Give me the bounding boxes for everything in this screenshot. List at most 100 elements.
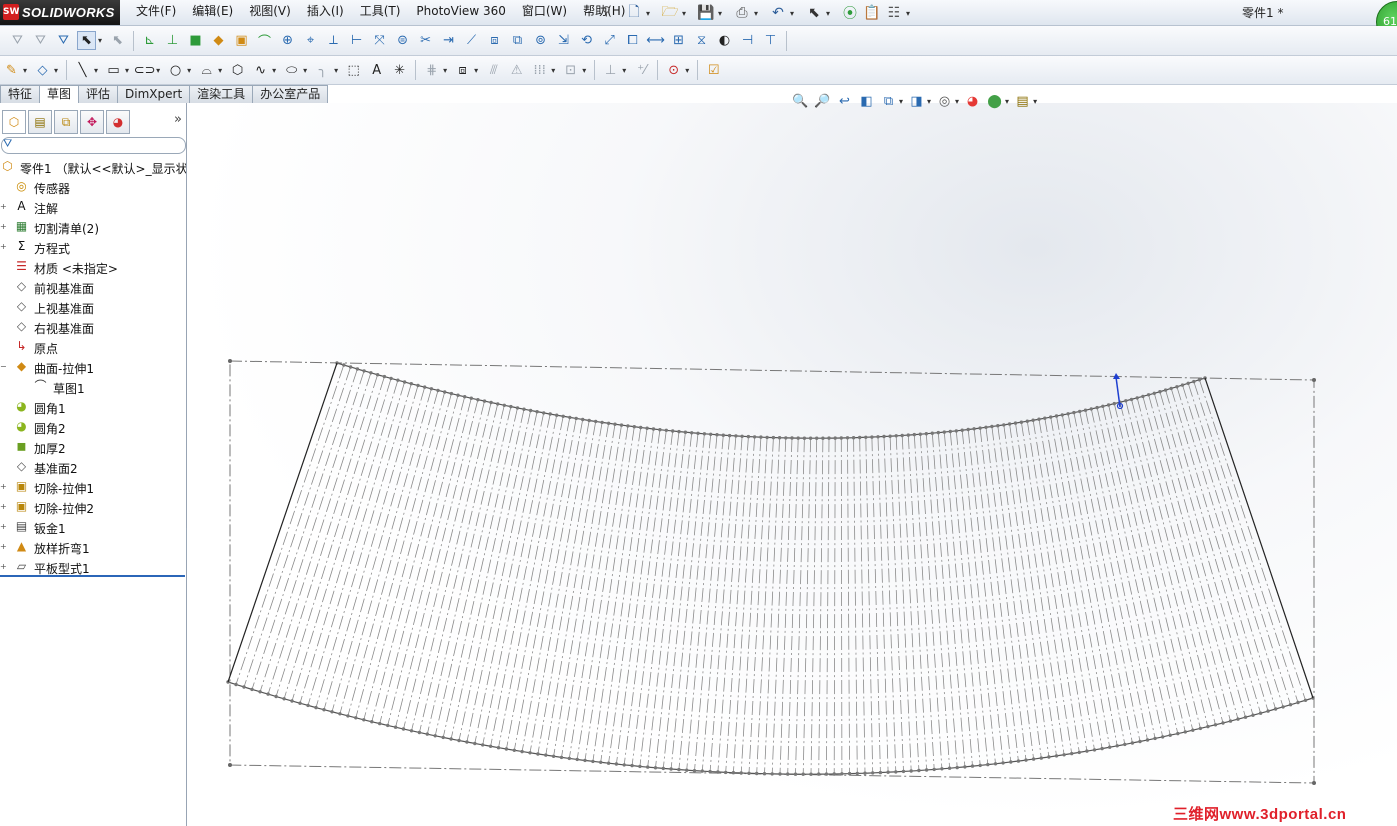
feature-tree-item[interactable]: + Σ 方程式 xyxy=(0,237,186,257)
circle-dropdown-icon[interactable]: ▾ xyxy=(187,66,191,75)
options-dropdown-icon[interactable]: ▾ xyxy=(906,9,914,18)
display-delete-relations-icon[interactable]: ⊥ xyxy=(601,61,620,80)
feature-tree-item[interactable]: ◇ 上视基准面 xyxy=(0,297,186,317)
sketch-dropdown-icon[interactable]: ▾ xyxy=(23,66,27,75)
open-dropdown-icon[interactable]: ▾ xyxy=(682,9,690,18)
offset-entities-icon[interactable]: ⊜ xyxy=(393,31,412,50)
display-manager-tab-icon[interactable]: ◕ xyxy=(106,110,130,134)
expand-icon[interactable]: + xyxy=(0,503,7,511)
select-dropdown-icon[interactable]: ▾ xyxy=(826,9,834,18)
point-tool-icon[interactable]: ✳ xyxy=(390,61,409,80)
save-dropdown-icon[interactable]: ▾ xyxy=(718,9,726,18)
spline-dropdown-icon[interactable]: ▾ xyxy=(272,66,276,75)
new-dropdown-icon[interactable]: ▾ xyxy=(646,9,654,18)
pattern-dropdown-icon[interactable]: ▾ xyxy=(551,66,555,75)
display-relations-icon[interactable]: ◐ xyxy=(715,31,734,50)
add-relation-icon[interactable]: ⊾ xyxy=(140,31,159,50)
open-folder-icon[interactable]: 🗁 xyxy=(660,3,680,23)
expand-icon[interactable]: + xyxy=(0,523,7,531)
menu-item[interactable]: 窗口(W) xyxy=(514,0,575,25)
feature-tree-item[interactable]: + ▤ 钣金1 xyxy=(0,517,186,537)
concentric-icon[interactable]: ⊕ xyxy=(278,31,297,50)
move-entities-icon[interactable]: ⇲ xyxy=(554,31,573,50)
filter-icon[interactable]: ⛛ xyxy=(8,31,27,50)
collapse-icon[interactable]: − xyxy=(0,363,7,371)
top-arc-edge[interactable] xyxy=(336,362,1206,439)
repair-tool-icon[interactable]: ⁺⁄ xyxy=(632,61,651,80)
expand-icon[interactable]: + xyxy=(0,563,7,571)
select-tool-icon[interactable]: ⬉ xyxy=(77,31,96,50)
feature-manager-tab-icon[interactable]: ⬡ xyxy=(2,110,26,134)
stretch-entities-icon[interactable]: ⟷ xyxy=(646,31,665,50)
command-tab[interactable]: 渲染工具 xyxy=(189,85,254,103)
modify-sketch-icon[interactable]: ⧖ xyxy=(692,31,711,50)
scale-entities-icon[interactable]: ⤢ xyxy=(600,31,619,50)
undo-icon[interactable]: ↶ xyxy=(768,3,788,23)
panel-expand-icon[interactable]: » xyxy=(174,112,182,127)
smart-dimension-icon[interactable]: ⟂ xyxy=(324,31,343,50)
feature-tree-item[interactable]: + ▱ 平板型式1 xyxy=(0,557,186,577)
command-tab[interactable]: DimXpert xyxy=(117,85,191,103)
horizontal-dimension-icon[interactable]: ⊢ xyxy=(347,31,366,50)
command-tab[interactable]: 草图 xyxy=(39,85,80,104)
fully-define-icon[interactable]: ⊣ xyxy=(738,31,757,50)
select-arrow-icon[interactable]: ⬉ xyxy=(804,3,824,23)
mirror-icon[interactable]: ⧈ xyxy=(485,31,504,50)
offset-tool-icon[interactable]: ⧈ xyxy=(453,61,472,80)
midpoint-icon[interactable]: ▣ xyxy=(232,31,251,50)
move-dropdown-icon[interactable]: ▾ xyxy=(582,66,586,75)
smart-dim-dropdown-icon[interactable]: ▾ xyxy=(54,66,58,75)
vertical-relation-icon[interactable]: ⊥ xyxy=(163,31,182,50)
plane-tool-icon[interactable]: ⬚ xyxy=(344,61,363,80)
tree-filter-input[interactable]: ⛛ xyxy=(1,137,186,154)
fillet-tool-icon[interactable]: ╮ xyxy=(313,61,332,80)
trim-tool-icon[interactable]: ⫻ xyxy=(484,61,503,80)
fillet-dropdown-icon[interactable]: ▾ xyxy=(334,66,338,75)
linear-pattern-icon[interactable]: ⧉ xyxy=(508,31,527,50)
offset-dropdown-icon[interactable]: ▾ xyxy=(474,66,478,75)
convert-tool-icon[interactable]: ⋕ xyxy=(422,61,441,80)
slot-dropdown-icon[interactable]: ▾ xyxy=(156,66,160,75)
solidworks-logo[interactable]: SW SOLIDWORKS xyxy=(0,0,120,25)
split-entities-icon[interactable]: ⟋ xyxy=(462,31,481,50)
expand-icon[interactable]: + xyxy=(0,483,7,491)
command-tab[interactable]: 办公室产品 xyxy=(252,85,329,103)
menu-item[interactable]: 插入(I) xyxy=(299,0,352,25)
right-side-edge[interactable] xyxy=(1204,377,1314,699)
feature-tree-item[interactable]: ◇ 前视基准面 xyxy=(0,277,186,297)
feature-tree-item[interactable]: ⌒ 草图1 xyxy=(0,377,186,397)
sketch-icon[interactable]: ✎ xyxy=(2,61,21,80)
feature-tree-item[interactable]: + ▲ 放样折弯1 xyxy=(0,537,186,557)
feature-tree-item[interactable]: ◎ 传感器 xyxy=(0,177,186,197)
relations-dropdown-icon[interactable]: ▾ xyxy=(622,66,626,75)
feature-tree-item[interactable]: ⬡ 零件1 （默认<<默认>_显示状态 xyxy=(0,157,186,177)
menu-item[interactable]: 视图(V) xyxy=(241,0,299,25)
tangent-icon[interactable]: ⌒ xyxy=(255,31,274,50)
dimension-icon[interactable]: ⌖ xyxy=(301,31,320,50)
smart-dim-icon[interactable]: ◇ xyxy=(33,61,52,80)
file-properties-icon[interactable]: 📋 xyxy=(862,3,882,23)
ellipse-dropdown-icon[interactable]: ▾ xyxy=(303,66,307,75)
fix-relation-icon[interactable]: ■ xyxy=(186,31,205,50)
coincident-icon[interactable]: ◆ xyxy=(209,31,228,50)
options-icon[interactable]: ☷ xyxy=(884,3,904,23)
ellipse-tool-icon[interactable]: ⬭ xyxy=(282,61,301,80)
feature-tree-item[interactable]: + ▦ 切割清单(2) xyxy=(0,217,186,237)
bottom-arc-edge[interactable] xyxy=(227,681,1314,775)
expand-icon[interactable]: + xyxy=(0,543,7,551)
expand-icon[interactable]: + xyxy=(0,223,7,231)
menu-item[interactable]: 编辑(E) xyxy=(184,0,241,25)
repair-sketch-icon[interactable]: ⊤ xyxy=(761,31,780,50)
arc-dropdown-icon[interactable]: ▾ xyxy=(218,66,222,75)
rotate-entities-icon[interactable]: ⟲ xyxy=(577,31,596,50)
print-dropdown-icon[interactable]: ▾ xyxy=(754,9,762,18)
feature-tree-item[interactable]: ☰ 材质 <未指定> xyxy=(0,257,186,277)
feature-tree-item[interactable]: + ▣ 切除-拉伸1 xyxy=(0,477,186,497)
print-icon[interactable]: ⎙ xyxy=(732,3,752,23)
mirror-tool-icon[interactable]: ⚠ xyxy=(507,61,526,80)
expand-icon[interactable]: + xyxy=(0,243,7,251)
dimxpert-manager-tab-icon[interactable]: ✥ xyxy=(80,110,104,134)
command-tab[interactable]: 评估 xyxy=(78,85,119,103)
rectangle-dropdown-icon[interactable]: ▾ xyxy=(125,66,129,75)
pin-menu-icon[interactable]: ⚲ xyxy=(602,4,616,20)
